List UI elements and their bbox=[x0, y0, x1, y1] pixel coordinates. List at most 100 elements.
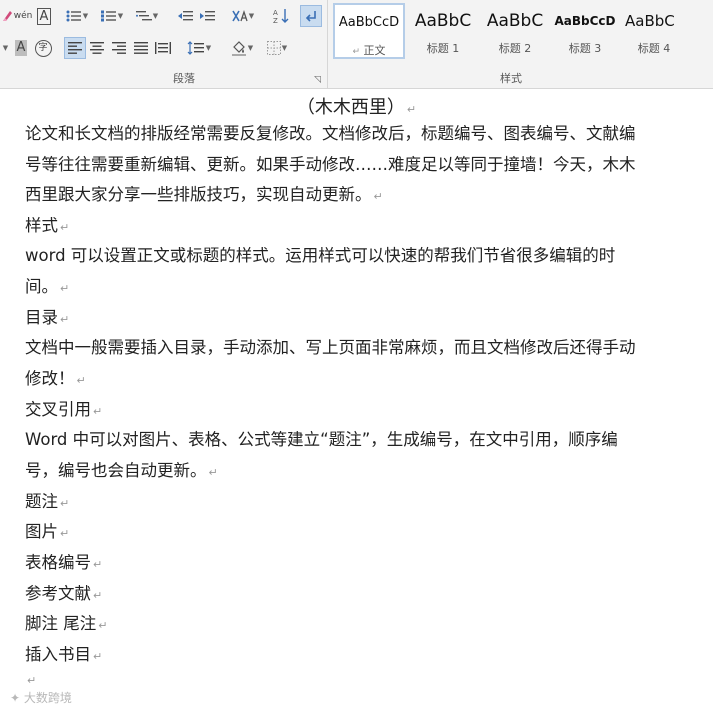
style-name: ↵ 正文 bbox=[352, 44, 386, 57]
styles-group: AaBbCcD ↵ 正文 AaBbC 标题 1 AaBbC 标题 2 AaBbC… bbox=[330, 0, 713, 88]
chevron-down-icon: ▼ bbox=[2, 44, 9, 52]
chevron-down-icon: ▼ bbox=[82, 12, 89, 20]
paragraph-mark-icon: ↵ bbox=[373, 190, 383, 203]
justify-icon bbox=[134, 42, 148, 54]
body-paragraph[interactable]: Word 中可以对图片、表格、公式等建立“题注”，生成编号，在文中引用，顺序编号… bbox=[25, 425, 645, 488]
multilevel-list-icon bbox=[135, 11, 152, 21]
empty-paragraph[interactable]: ↵ bbox=[25, 671, 645, 689]
paragraph-mark-icon: ↵ bbox=[60, 281, 70, 295]
chevron-down-icon: ▼ bbox=[205, 44, 212, 52]
bullets-icon bbox=[66, 10, 81, 22]
paragraph-dialog-launcher-icon[interactable]: ◹ bbox=[314, 75, 321, 85]
list-paragraph[interactable]: 插入书目 ↵ bbox=[25, 640, 645, 673]
numbering-icon bbox=[100, 10, 116, 22]
paragraph-mark-icon: ↵ bbox=[93, 650, 103, 663]
increase-indent-icon bbox=[200, 11, 215, 21]
line-spacing-button[interactable]: ▼ bbox=[183, 38, 215, 58]
align-right-icon bbox=[112, 42, 126, 54]
paragraph-mark-icon: ↵ bbox=[93, 405, 103, 418]
chinese-layout-button[interactable]: ▼ bbox=[228, 6, 258, 26]
enclose-characters-icon: 字 bbox=[34, 39, 52, 57]
eraser-icon[interactable] bbox=[0, 6, 14, 26]
paragraph-mark-icon: ↵ bbox=[208, 465, 218, 479]
align-left-icon bbox=[68, 42, 82, 54]
style-heading-4[interactable]: AaBbC 标题 4 bbox=[622, 3, 686, 59]
style-gallery: AaBbCcD ↵ 正文 AaBbC 标题 1 AaBbC 标题 2 AaBbC… bbox=[330, 0, 713, 62]
heading-paragraph[interactable]: 目录 ↵ bbox=[25, 303, 645, 336]
chevron-down-icon: ▼ bbox=[117, 12, 124, 20]
style-heading-2[interactable]: AaBbC 标题 2 bbox=[480, 3, 550, 59]
body-paragraph[interactable]: 文档中一般需要插入目录，手动添加、写上页面非常麻烦，而且文档修改后还得手动修改！… bbox=[25, 333, 645, 396]
document-title[interactable]: （木木西里） ↵ bbox=[0, 93, 713, 119]
watermark-logo-icon: ✦ bbox=[10, 691, 21, 705]
chevron-down-icon: ▼ bbox=[248, 12, 255, 20]
character-border-button[interactable]: A bbox=[35, 6, 53, 26]
dropdown-icon[interactable]: ▼ bbox=[0, 38, 10, 58]
decrease-indent-button[interactable] bbox=[174, 6, 196, 26]
chevron-down-icon: ▼ bbox=[247, 44, 254, 52]
svg-text:Z: Z bbox=[273, 17, 278, 24]
heading-paragraph[interactable]: 交叉引用 ↵ bbox=[25, 395, 645, 428]
show-formatting-marks-button[interactable] bbox=[300, 5, 322, 27]
chevron-down-icon: ▼ bbox=[152, 12, 159, 20]
list-paragraph[interactable]: 题注 ↵ bbox=[25, 487, 645, 520]
paragraph-mark-icon: ↵ bbox=[76, 373, 86, 387]
style-preview: AaBbC bbox=[414, 11, 472, 31]
borders-button[interactable]: ▼ bbox=[262, 38, 292, 58]
style-preview: AaBbC bbox=[625, 12, 675, 30]
character-shading-button[interactable]: A bbox=[12, 38, 30, 58]
numbering-button[interactable]: ▼ bbox=[97, 6, 127, 26]
style-name: 标题 2 bbox=[498, 42, 532, 55]
body-paragraph[interactable]: word 可以设置正文或标题的样式。运用样式可以快速的帮我们节省很多编辑的时间。… bbox=[25, 241, 645, 304]
line-spacing-icon bbox=[187, 41, 204, 55]
style-normal[interactable]: AaBbCcD ↵ 正文 bbox=[333, 3, 405, 59]
align-center-button[interactable] bbox=[86, 38, 108, 58]
increase-indent-button[interactable] bbox=[196, 6, 218, 26]
phonetic-guide-icon: wén bbox=[13, 11, 33, 21]
paragraph-mark-icon: ↵ bbox=[60, 221, 70, 234]
paragraph-group: wén A ▼ ▼ ▼ ▼ AZ ▼ A 字 ▼ ▼ ▼ 段落 ◹ bbox=[0, 0, 328, 88]
list-paragraph[interactable]: 表格编号 ↵ bbox=[25, 548, 645, 581]
list-paragraph[interactable]: 参考文献 ↵ bbox=[25, 579, 645, 612]
ribbon: wén A ▼ ▼ ▼ ▼ AZ ▼ A 字 ▼ ▼ ▼ 段落 ◹ AaBbCc… bbox=[0, 0, 713, 89]
paragraph-mark-icon: ↵ bbox=[60, 527, 70, 540]
enclose-characters-button[interactable]: 字 bbox=[33, 38, 53, 58]
borders-icon bbox=[266, 41, 281, 55]
sort-icon: AZ bbox=[273, 9, 289, 24]
decrease-indent-icon bbox=[178, 11, 193, 21]
bullets-button[interactable]: ▼ bbox=[62, 6, 92, 26]
paragraph-mark-icon: ↵ bbox=[93, 589, 103, 602]
style-preview: AaBbCcD bbox=[338, 15, 400, 30]
style-name: 标题 1 bbox=[426, 42, 460, 55]
justify-button[interactable] bbox=[130, 38, 152, 58]
chevron-down-icon: ▼ bbox=[281, 44, 288, 52]
character-border-icon: A bbox=[36, 7, 52, 25]
align-center-icon bbox=[90, 42, 104, 54]
phonetic-guide-button[interactable]: wén bbox=[13, 6, 33, 26]
paragraph-mark-icon: ↵ bbox=[98, 619, 108, 632]
list-paragraph[interactable]: 脚注 尾注 ↵ bbox=[25, 609, 645, 642]
styles-group-label: 样式 bbox=[500, 72, 522, 85]
paragraph-mark-icon: ↵ bbox=[406, 103, 417, 116]
document-page[interactable]: （木木西里） ↵ 论文和长文档的排版经常需要反复修改。文档修改后，标题编号、图表编… bbox=[0, 89, 713, 712]
sort-button[interactable]: AZ bbox=[270, 6, 292, 26]
style-preview: AaBbCcD bbox=[554, 14, 616, 28]
svg-text:A: A bbox=[273, 9, 278, 17]
align-left-button[interactable] bbox=[64, 37, 86, 59]
style-name: 标题 4 bbox=[637, 42, 671, 55]
paragraph-mark-icon: ↵ bbox=[60, 313, 70, 326]
multilevel-list-button[interactable]: ▼ bbox=[132, 6, 162, 26]
heading-paragraph[interactable]: 样式 ↵ bbox=[25, 211, 645, 244]
distributed-button[interactable] bbox=[152, 38, 174, 58]
align-right-button[interactable] bbox=[108, 38, 130, 58]
paragraph-group-label: 段落 bbox=[173, 72, 195, 85]
chinese-layout-icon bbox=[232, 9, 248, 22]
body-paragraph[interactable]: 论文和长文档的排版经常需要反复修改。文档修改后，标题编号、图表编号、文献编号等往… bbox=[25, 119, 645, 213]
style-preview: AaBbC bbox=[486, 11, 544, 31]
list-paragraph[interactable]: 图片 ↵ bbox=[25, 517, 645, 550]
shading-button[interactable]: ▼ bbox=[226, 38, 258, 58]
style-name: 标题 3 bbox=[568, 42, 602, 55]
style-heading-1[interactable]: AaBbC 标题 1 bbox=[408, 3, 478, 59]
paragraph-mark-icon: ↵ bbox=[60, 497, 70, 510]
style-heading-3[interactable]: AaBbCcD 标题 3 bbox=[552, 3, 618, 59]
